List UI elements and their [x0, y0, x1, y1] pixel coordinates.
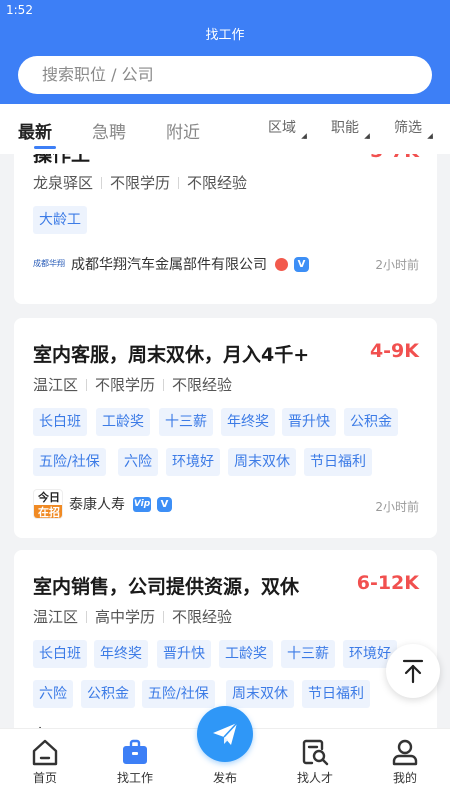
job-district: 温江区 — [33, 608, 79, 626]
job-card[interactable]: 室内客服，周末双休，月入4千+ 4-9K 温江区 不限学历 不限经验 长白班 工龄奖… — [14, 318, 437, 538]
job-tag: 六险 — [33, 680, 73, 708]
job-tag: 年终奖 — [221, 408, 275, 436]
divider — [163, 611, 165, 623]
filter-function[interactable]: 职能 — [331, 117, 371, 140]
nav-mine-label: 我的 — [392, 771, 417, 785]
search-document-icon — [302, 739, 329, 766]
nav-home-label: 首页 — [32, 771, 57, 785]
nav-find-job-label: 找工作 — [116, 771, 153, 785]
job-list: 操作工 5-7K 龙泉驿区不限学历不限经验 大龄工 成都华翔 成都华翔汽车金属部… — [0, 154, 450, 728]
job-tag: 周末双休 — [226, 680, 294, 708]
job-tag: 长白班 — [33, 640, 87, 668]
job-salary: 4-9K — [369, 340, 419, 362]
tabs-bar: 最新 急聘 附近 区域 职能 筛选 — [0, 104, 450, 154]
job-tag: 五险/社保 — [142, 680, 215, 708]
tab-underline — [34, 146, 56, 149]
hot-icon — [275, 257, 288, 271]
company-row: 成都华翔 成都华翔汽车金属部件有限公司 V — [33, 254, 309, 274]
status-time: 1:52 — [6, 3, 33, 17]
job-title: 室内客服，周末双休，月入4千+ — [33, 344, 310, 366]
divider — [101, 177, 103, 189]
company-logo-top: 今日 — [38, 491, 60, 504]
job-education: 不限学历 — [95, 376, 156, 394]
job-tag: 五险/社保 — [33, 448, 106, 476]
job-card[interactable]: 操作工 5-7K 龙泉驿区不限学历不限经验 大龄工 成都华翔 成都华翔汽车金属部… — [14, 154, 437, 304]
job-tag: 工龄奖 — [96, 408, 150, 436]
filter-more-label: 筛选 — [394, 120, 422, 136]
triangle-down-icon — [364, 133, 370, 139]
job-tag: 周末双休 — [228, 448, 296, 476]
page-title: 找工作 — [205, 28, 245, 43]
nav-find-talent[interactable]: 找人才 — [270, 729, 360, 800]
job-tag: 节日福利 — [302, 680, 370, 708]
job-tag: 公积金 — [344, 408, 398, 436]
job-title: 室内销售，公司提供资源，双休 — [33, 576, 300, 598]
verified-icon: V — [294, 256, 309, 272]
company-name: 泰康人寿 — [69, 497, 125, 513]
vip-icon: Vip — [133, 496, 151, 512]
tab-nearby[interactable]: 附近 — [166, 118, 200, 143]
filter-function-label: 职能 — [331, 120, 359, 136]
job-tag: 十三薪 — [159, 408, 213, 436]
nav-publish-label: 发布 — [212, 771, 237, 785]
job-meta: 龙泉驿区 不限学历 不限经验 — [33, 172, 247, 193]
job-experience: 不限经验 — [172, 608, 233, 626]
nav-mine[interactable]: 我的 — [360, 729, 450, 800]
job-education: 高中学历 — [95, 608, 156, 626]
job-tag: 十三薪 — [281, 640, 335, 668]
job-posted-time: 2小时前 — [375, 500, 419, 514]
arrow-up-icon — [402, 659, 424, 684]
divider — [178, 177, 180, 189]
divider — [163, 379, 165, 391]
job-tag: 年终奖 — [94, 640, 148, 668]
job-experience: 不限经验 — [172, 376, 233, 394]
filter-more[interactable]: 筛选 — [394, 117, 434, 140]
nav-home[interactable]: 首页 — [0, 729, 90, 800]
verified-icon: V — [157, 496, 172, 512]
job-title: 操作工 — [33, 154, 91, 166]
job-tag: 公积金 — [81, 680, 135, 708]
job-meta: 温江区 不限学历 不限经验 — [33, 374, 232, 395]
job-tag: 节日福利 — [304, 448, 372, 476]
job-tag: 晋升快 — [282, 408, 336, 436]
user-icon — [392, 739, 418, 766]
job-salary: 6-12K — [356, 572, 419, 594]
job-district: 龙泉驿区 — [33, 174, 94, 192]
home-icon — [32, 739, 58, 766]
job-tag: 环境好 — [166, 448, 220, 476]
tab-latest[interactable]: 最新 — [18, 118, 52, 143]
publish-button[interactable] — [197, 706, 253, 762]
divider — [86, 611, 88, 623]
job-district: 温江区 — [33, 376, 79, 394]
divider — [86, 379, 88, 391]
filter-area-label: 区域 — [268, 120, 296, 136]
job-experience: 不限经验 — [187, 174, 248, 192]
job-posted-time: 2小时前 — [375, 258, 419, 272]
job-tag: 工龄奖 — [219, 640, 273, 668]
app-header: 1:52 找工作 搜索职位 / 公司 — [0, 0, 450, 104]
job-salary: 5-7K — [370, 154, 419, 162]
tab-urgent[interactable]: 急聘 — [92, 118, 126, 143]
nav-find-job[interactable]: 找工作 — [90, 729, 180, 800]
filter-area[interactable]: 区域 — [268, 117, 308, 140]
company-logo: 成都华翔 — [33, 259, 65, 268]
job-card[interactable]: 室内销售，公司提供资源，双休 6-12K 温江区 高中学历 不限经验 长白班 年终奖… — [14, 550, 437, 728]
job-tag: 大龄工 — [33, 206, 87, 234]
company-name: 成都华翔汽车金属部件有限公司 — [71, 257, 267, 273]
paper-plane-icon — [213, 722, 238, 745]
job-meta: 温江区 高中学历 不限经验 — [33, 606, 232, 627]
triangle-down-icon — [301, 133, 307, 139]
triangle-down-icon — [427, 133, 433, 139]
job-tag: 晋升快 — [157, 640, 211, 668]
company-logo: 今日 在招 — [33, 489, 63, 519]
back-to-top-button[interactable] — [386, 644, 440, 698]
company-logo-bottom: 在招 — [34, 505, 62, 518]
job-tag: 六险 — [118, 448, 158, 476]
job-tag: 长白班 — [33, 408, 87, 436]
nav-find-talent-label: 找人才 — [296, 771, 333, 785]
job-education: 不限学历 — [110, 174, 171, 192]
company-row: 今日 在招 泰康人寿 Vip V — [33, 489, 172, 519]
briefcase-icon — [123, 739, 147, 764]
search-input[interactable]: 搜索职位 / 公司 — [18, 56, 432, 94]
